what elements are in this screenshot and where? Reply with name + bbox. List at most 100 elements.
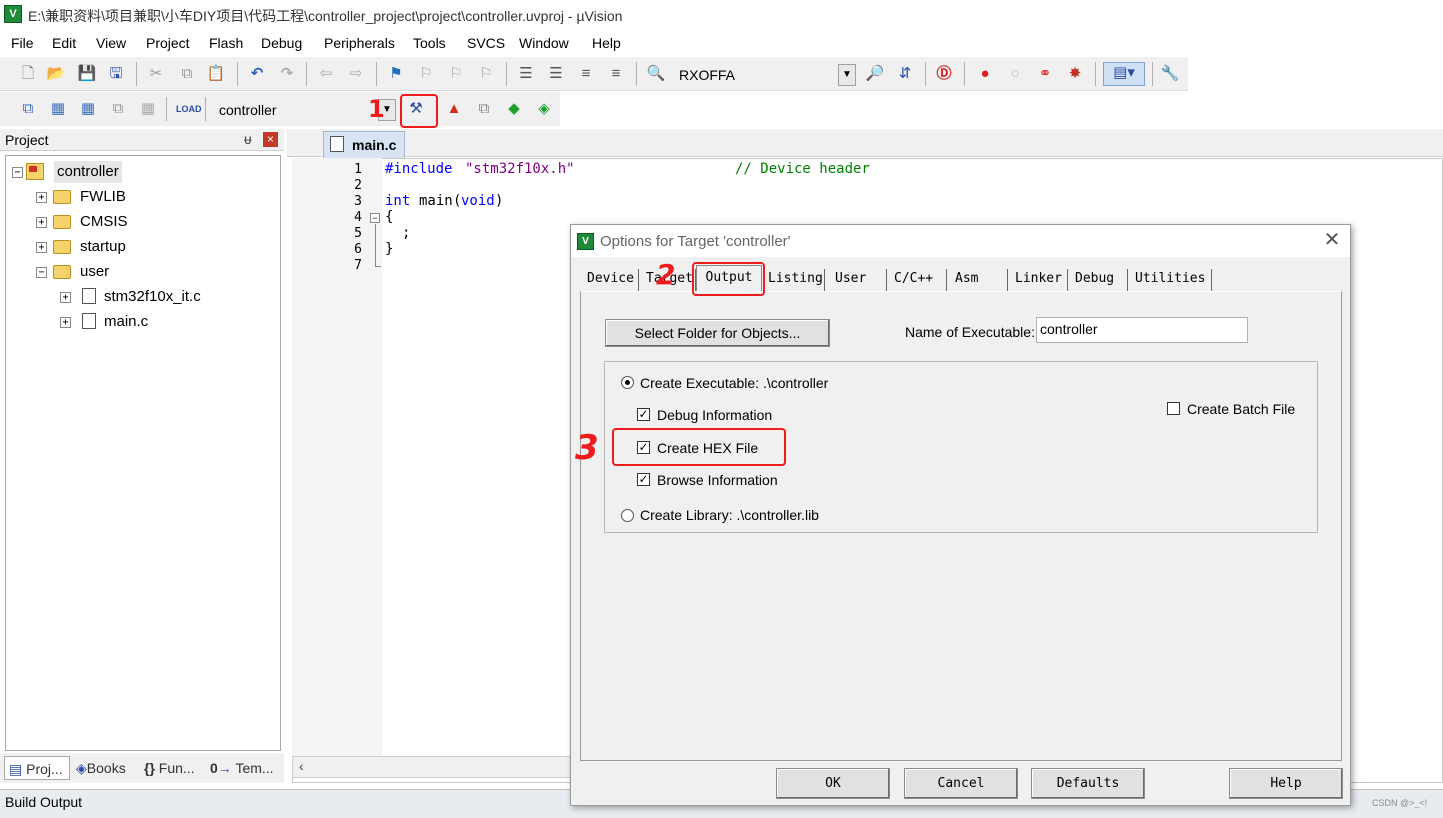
uvision-dialog-icon: V (577, 233, 594, 250)
clear-bookmarks-icon[interactable]: ⚐ (476, 64, 496, 84)
ok-button[interactable]: OK (776, 768, 890, 799)
find-in-files-icon[interactable]: 🔍 (646, 64, 666, 84)
unindent-icon[interactable]: ☰ (546, 64, 566, 84)
cut-icon[interactable]: ✂ (146, 64, 166, 84)
file-extensions-icon[interactable]: ⧉ (474, 99, 494, 119)
find-combo[interactable]: RXOFFA (672, 63, 858, 87)
build-icon[interactable]: ▦ (48, 99, 68, 119)
expand-icon[interactable]: + (60, 317, 71, 328)
cancel-button[interactable]: Cancel (904, 768, 1018, 799)
open-folder-icon[interactable]: 📂 (46, 64, 66, 84)
expand-icon[interactable]: + (60, 292, 71, 303)
tree-item-fwlib[interactable]: FWLIB (80, 186, 126, 208)
expand-icon[interactable]: + (36, 242, 47, 253)
select-software-packs-icon[interactable]: ◈ (534, 99, 554, 119)
start-debug-icon[interactable]: Ⓓ (934, 64, 954, 84)
insert-breakpoint-icon[interactable]: ● (975, 64, 995, 84)
copy-icon[interactable]: ⧉ (177, 64, 197, 84)
undo-icon[interactable]: ↶ (247, 64, 267, 84)
menu-svcs[interactable]: SVCS (467, 35, 505, 51)
tree-item-user[interactable]: user (80, 261, 109, 283)
create-library-radio[interactable] (621, 509, 634, 522)
save-icon[interactable]: 💾 (77, 64, 97, 84)
tab-c-cpp[interactable]: C/C++ (889, 269, 947, 291)
tab-listing[interactable]: Listing (763, 269, 825, 291)
comment-icon[interactable]: ≡ (576, 64, 596, 84)
menu-window[interactable]: Window (519, 35, 569, 51)
batch-build-icon[interactable]: ⧉ (108, 99, 128, 119)
navigate-forward-icon[interactable]: ⇨ (346, 64, 366, 84)
name-of-executable-input[interactable]: controller (1036, 317, 1248, 343)
prev-bookmark-icon[interactable]: ⚐ (416, 64, 436, 84)
tab-user[interactable]: User (830, 269, 887, 291)
create-executable-radio[interactable] (621, 376, 634, 389)
code-close-brace: } (385, 241, 394, 257)
menu-file[interactable]: File (11, 35, 34, 51)
menu-view[interactable]: View (96, 35, 126, 51)
fold-collapse-icon[interactable]: − (370, 213, 380, 223)
next-bookmark-icon[interactable]: ⚐ (446, 64, 466, 84)
menu-debug[interactable]: Debug (261, 35, 302, 51)
horizontal-scrollbar[interactable]: ‹ (292, 756, 582, 778)
tree-item-controller[interactable]: controller (54, 161, 122, 183)
browse-information-checkbox[interactable]: ✓ (637, 473, 650, 486)
pack-installer-icon[interactable]: ◆ (504, 99, 524, 119)
navigate-back-icon[interactable]: ⇦ (316, 64, 336, 84)
close-icon[interactable]: × (263, 132, 278, 147)
indent-icon[interactable]: ☰ (516, 64, 536, 84)
expand-icon[interactable]: + (36, 217, 47, 228)
tab-templates[interactable]: 0→ Tem... (206, 756, 280, 780)
tree-item-cmsis[interactable]: CMSIS (80, 211, 128, 233)
help-button[interactable]: Help (1229, 768, 1343, 799)
find-icon[interactable]: 🔎 (865, 64, 885, 84)
tab-device[interactable]: Device (582, 269, 639, 291)
tab-linker[interactable]: Linker (1010, 269, 1068, 291)
paste-icon[interactable]: 📋 (206, 64, 226, 84)
new-file-icon[interactable]: 🗋 (18, 64, 38, 84)
debug-information-checkbox[interactable]: ✓ (637, 408, 650, 421)
translate-icon[interactable]: ⧉ (18, 99, 38, 119)
pin-icon[interactable]: ᵾ (244, 131, 252, 147)
tab-functions[interactable]: {} Fun... (140, 756, 204, 780)
tab-utilities[interactable]: Utilities (1130, 269, 1212, 291)
toolbar-separator (237, 62, 238, 86)
toolbar-separator (506, 62, 507, 86)
dialog-close-icon[interactable]: ✕ (1321, 229, 1343, 251)
collapse-icon[interactable]: − (36, 267, 47, 278)
menu-project[interactable]: Project (146, 35, 190, 51)
chevron-down-icon[interactable]: ▼ (838, 64, 856, 86)
bookmark-icon[interactable]: ⚑ (386, 64, 406, 84)
disable-breakpoints-icon[interactable]: ⚭ (1035, 64, 1055, 84)
tab-books[interactable]: ◈Books (72, 756, 138, 780)
tab-main-c[interactable]: main.c (323, 131, 405, 158)
kill-breakpoints-icon[interactable]: ✸ (1065, 64, 1085, 84)
collapse-icon[interactable]: − (12, 167, 23, 178)
tree-item-stm32f10x-it-c[interactable]: stm32f10x_it.c (104, 286, 201, 308)
tree-item-main-c[interactable]: main.c (104, 311, 148, 333)
tab-debug[interactable]: Debug (1070, 269, 1128, 291)
configure-wrench-icon[interactable]: 🔧 (1160, 64, 1180, 84)
uncomment-icon[interactable]: ≡ (606, 64, 626, 84)
tab-project[interactable]: ▤ Proj... (4, 756, 70, 780)
rebuild-icon[interactable]: ▦ (78, 99, 98, 119)
expand-icon[interactable]: + (36, 192, 47, 203)
menu-edit[interactable]: Edit (52, 35, 76, 51)
menu-peripherals[interactable]: Peripherals (324, 35, 395, 51)
create-batch-file-checkbox[interactable] (1167, 402, 1180, 415)
tab-asm[interactable]: Asm (950, 269, 1008, 291)
download-load-icon[interactable]: LOAD (176, 99, 202, 119)
enable-breakpoint-icon[interactable]: ○ (1005, 64, 1025, 84)
incremental-find-icon[interactable]: ⇵ (895, 64, 915, 84)
window-layout-icon[interactable]: ▤▾ (1103, 62, 1145, 86)
menu-help[interactable]: Help (592, 35, 621, 51)
select-folder-button[interactable]: Select Folder for Objects... (605, 319, 830, 347)
stop-build-icon[interactable]: ▦ (138, 99, 158, 119)
redo-icon[interactable]: ↷ (277, 64, 297, 84)
menu-flash[interactable]: Flash (209, 35, 243, 51)
defaults-button[interactable]: Defaults (1031, 768, 1145, 799)
scroll-left-icon[interactable]: ‹ (299, 758, 304, 774)
menu-tools[interactable]: Tools (413, 35, 446, 51)
save-all-icon[interactable]: 🖫 (106, 64, 126, 84)
tree-item-startup[interactable]: startup (80, 236, 126, 258)
manage-components-icon[interactable]: ▲ (444, 99, 464, 119)
